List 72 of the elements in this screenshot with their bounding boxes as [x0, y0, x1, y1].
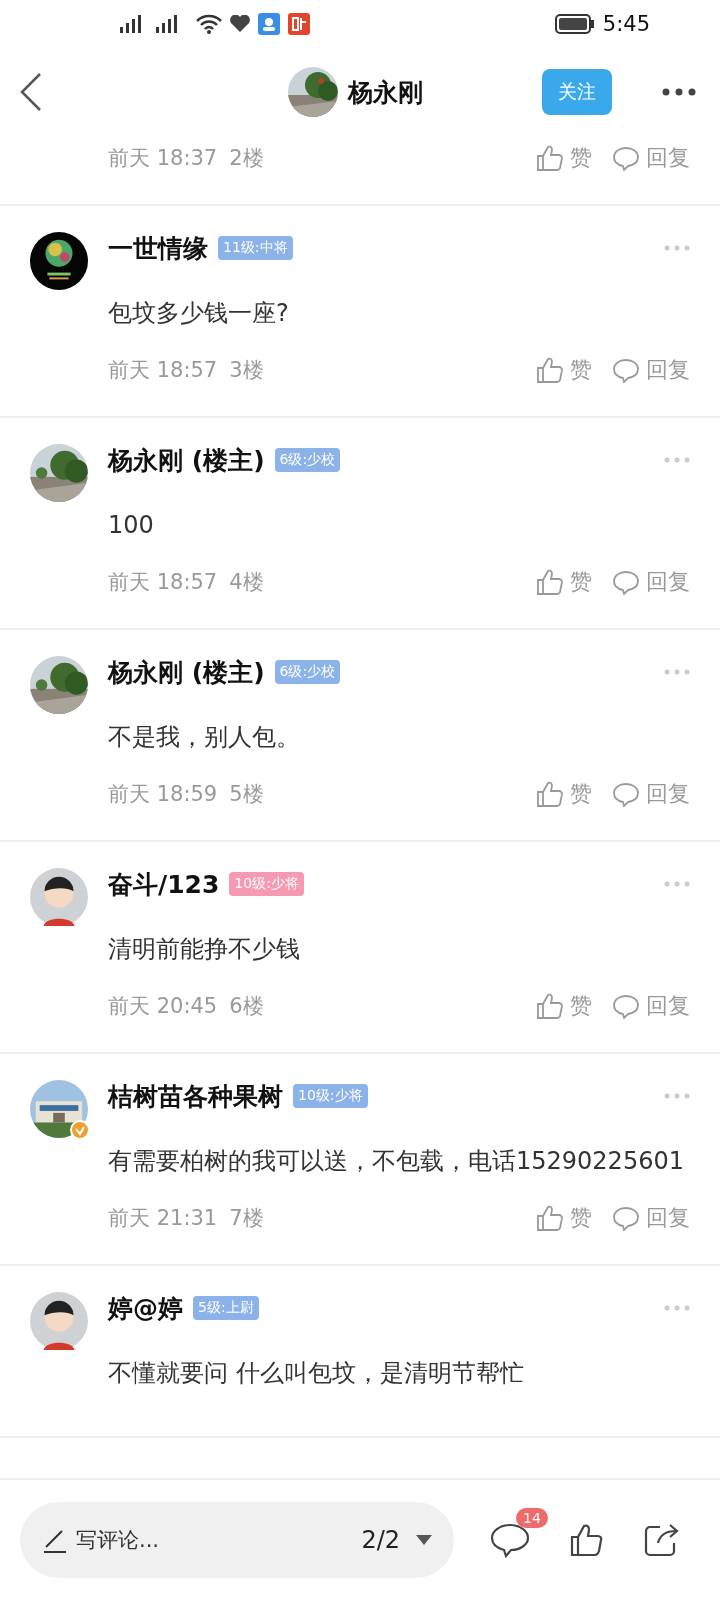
like-button[interactable]: 赞 [536, 143, 592, 173]
comment-text: 包坟多少钱一座? [108, 298, 290, 329]
comment-text: 不是我，别人包。 [108, 722, 301, 753]
comment-text: 有需要柏树的我可以送，不包载，电话15290225601 [108, 1146, 685, 1177]
pencil-icon [42, 1527, 68, 1553]
like-button[interactable]: 赞 [536, 991, 592, 1021]
follow-button[interactable]: 关注 [542, 69, 612, 115]
speech-bubble-icon [612, 1205, 640, 1231]
thumbs-up-icon [536, 780, 564, 808]
thumbs-up-icon [536, 992, 564, 1020]
floor-number: 7楼 [229, 1205, 264, 1232]
comment-text: 不懂就要问 什么叫包坟，是清明节帮忙 [108, 1358, 525, 1389]
comment-icon[interactable] [490, 1522, 530, 1558]
level-badge: 6级:少校 [274, 660, 341, 684]
clock-time: 5:45 [602, 12, 650, 36]
dropdown-icon[interactable] [416, 1535, 432, 1545]
more-icon[interactable] [662, 88, 696, 96]
speech-bubble-icon [612, 357, 640, 383]
heart-icon [230, 15, 250, 33]
like-button[interactable]: 赞 [536, 355, 592, 385]
comment-text: 清明前能挣不少钱 [108, 934, 301, 965]
user-name: 桔树苗各种果树 [108, 1080, 283, 1113]
user-name: 杨永刚 [348, 76, 423, 109]
thumbs-up-icon [536, 144, 564, 172]
like-button[interactable]: 赞 [536, 567, 592, 597]
user-name: 杨永刚 (楼主) [108, 656, 265, 689]
speech-bubble-icon [612, 781, 640, 807]
post-time: 前天 18:59 [108, 781, 218, 808]
thumbs-up-icon [536, 1204, 564, 1232]
wifi-icon [196, 14, 222, 34]
reply-button[interactable]: 回复 [612, 779, 690, 809]
post-time: 前天 20:45 [108, 993, 218, 1020]
post-time: 前天 18:57 [108, 569, 218, 596]
reply-button[interactable]: 回复 [612, 991, 690, 1021]
reply-button[interactable]: 回复 [612, 567, 690, 597]
thumbs-up-icon [536, 356, 564, 384]
like-button[interactable]: 赞 [536, 1203, 592, 1233]
app-icon [258, 13, 280, 35]
reply-button[interactable]: 回复 [612, 355, 690, 385]
floor-number: 6楼 [229, 993, 264, 1020]
user-name: 一世情缘 [108, 232, 208, 265]
floor-number: 5楼 [229, 781, 264, 808]
comment-text: 100 [108, 510, 155, 541]
speech-bubble-icon [612, 569, 640, 595]
app-icon [288, 13, 310, 35]
level-badge: 5级:上尉 [193, 1296, 259, 1320]
thumbs-up-icon [536, 568, 564, 596]
post-time: 前天 18:37 [108, 145, 218, 172]
battery-icon [554, 14, 595, 34]
user-name: 杨永刚 (楼主) [108, 444, 265, 477]
level-badge: 6级:少校 [274, 448, 341, 472]
level-badge: 10级:少将 [293, 1084, 368, 1108]
like-button[interactable]: 赞 [536, 779, 592, 809]
like-icon[interactable] [570, 1523, 604, 1557]
level-badge: 10级:少将 [229, 872, 304, 896]
user-name: 奋斗/123 [108, 868, 220, 901]
level-badge: 11级:中将 [218, 236, 293, 260]
count-badge: 14 [516, 1508, 548, 1528]
share-icon[interactable] [644, 1523, 680, 1557]
floor-number: 2楼 [229, 145, 264, 172]
user-name: 婷@婷 [108, 1292, 183, 1325]
back-icon[interactable] [20, 73, 42, 111]
post-time: 前天 18:57 [108, 357, 218, 384]
comment-field[interactable]: 写评论... 2/2 [20, 1502, 454, 1578]
floor-number: 3楼 [229, 357, 264, 384]
page-indicator[interactable]: 2/2 [361, 1526, 400, 1554]
speech-bubble-icon [612, 993, 640, 1019]
post-time: 前天 21:31 [108, 1205, 218, 1232]
reply-button[interactable]: 回复 [612, 143, 690, 173]
reply-button[interactable]: 回复 [612, 1203, 690, 1233]
speech-bubble-icon [612, 145, 640, 171]
floor-number: 4楼 [229, 569, 264, 596]
